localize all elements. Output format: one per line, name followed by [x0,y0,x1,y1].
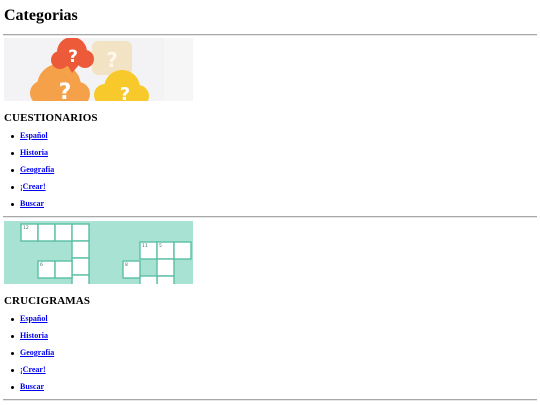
svg-text:?: ? [106,48,118,72]
section-heading-crucigramas: CRUCIGRAMAS [4,295,91,307]
svg-text:?: ? [59,80,72,101]
crossword-number: 12 [23,225,29,231]
link-historia[interactable]: Historia [20,329,48,342]
svg-text:?: ? [68,47,78,67]
link-buscar[interactable]: Buscar [20,197,44,210]
link-espanol[interactable]: Español [20,129,48,142]
link-geografia[interactable]: Geografia [20,163,54,176]
svg-text:?: ? [120,84,130,101]
divider [3,216,537,218]
link-espanol[interactable]: Español [20,312,48,325]
link-crear[interactable]: ¡Crear! [20,180,46,193]
crossword-number: 11 [142,243,148,249]
crossword-grid-image: 12 11 5 6 8 [4,221,193,284]
crossword-number: 8 [125,262,128,268]
question-bubbles-image: ? ? ? ? [4,38,193,101]
crossword-number: 5 [159,243,162,249]
link-historia[interactable]: Historia [20,146,48,159]
crucigramas-banner-image[interactable]: 12 11 5 6 8 [4,221,193,284]
link-buscar[interactable]: Buscar [20,380,44,393]
link-crear[interactable]: ¡Crear! [20,363,46,376]
divider [3,399,537,401]
section-heading-cuestionarios: CUESTIONARIOS [4,112,98,124]
crossword-number: 6 [40,262,43,268]
divider [3,34,537,36]
cuestionarios-banner-image[interactable]: ? ? ? ? [4,38,193,101]
link-geografia[interactable]: Geografia [20,346,54,359]
page-title: Categorias [4,7,78,24]
